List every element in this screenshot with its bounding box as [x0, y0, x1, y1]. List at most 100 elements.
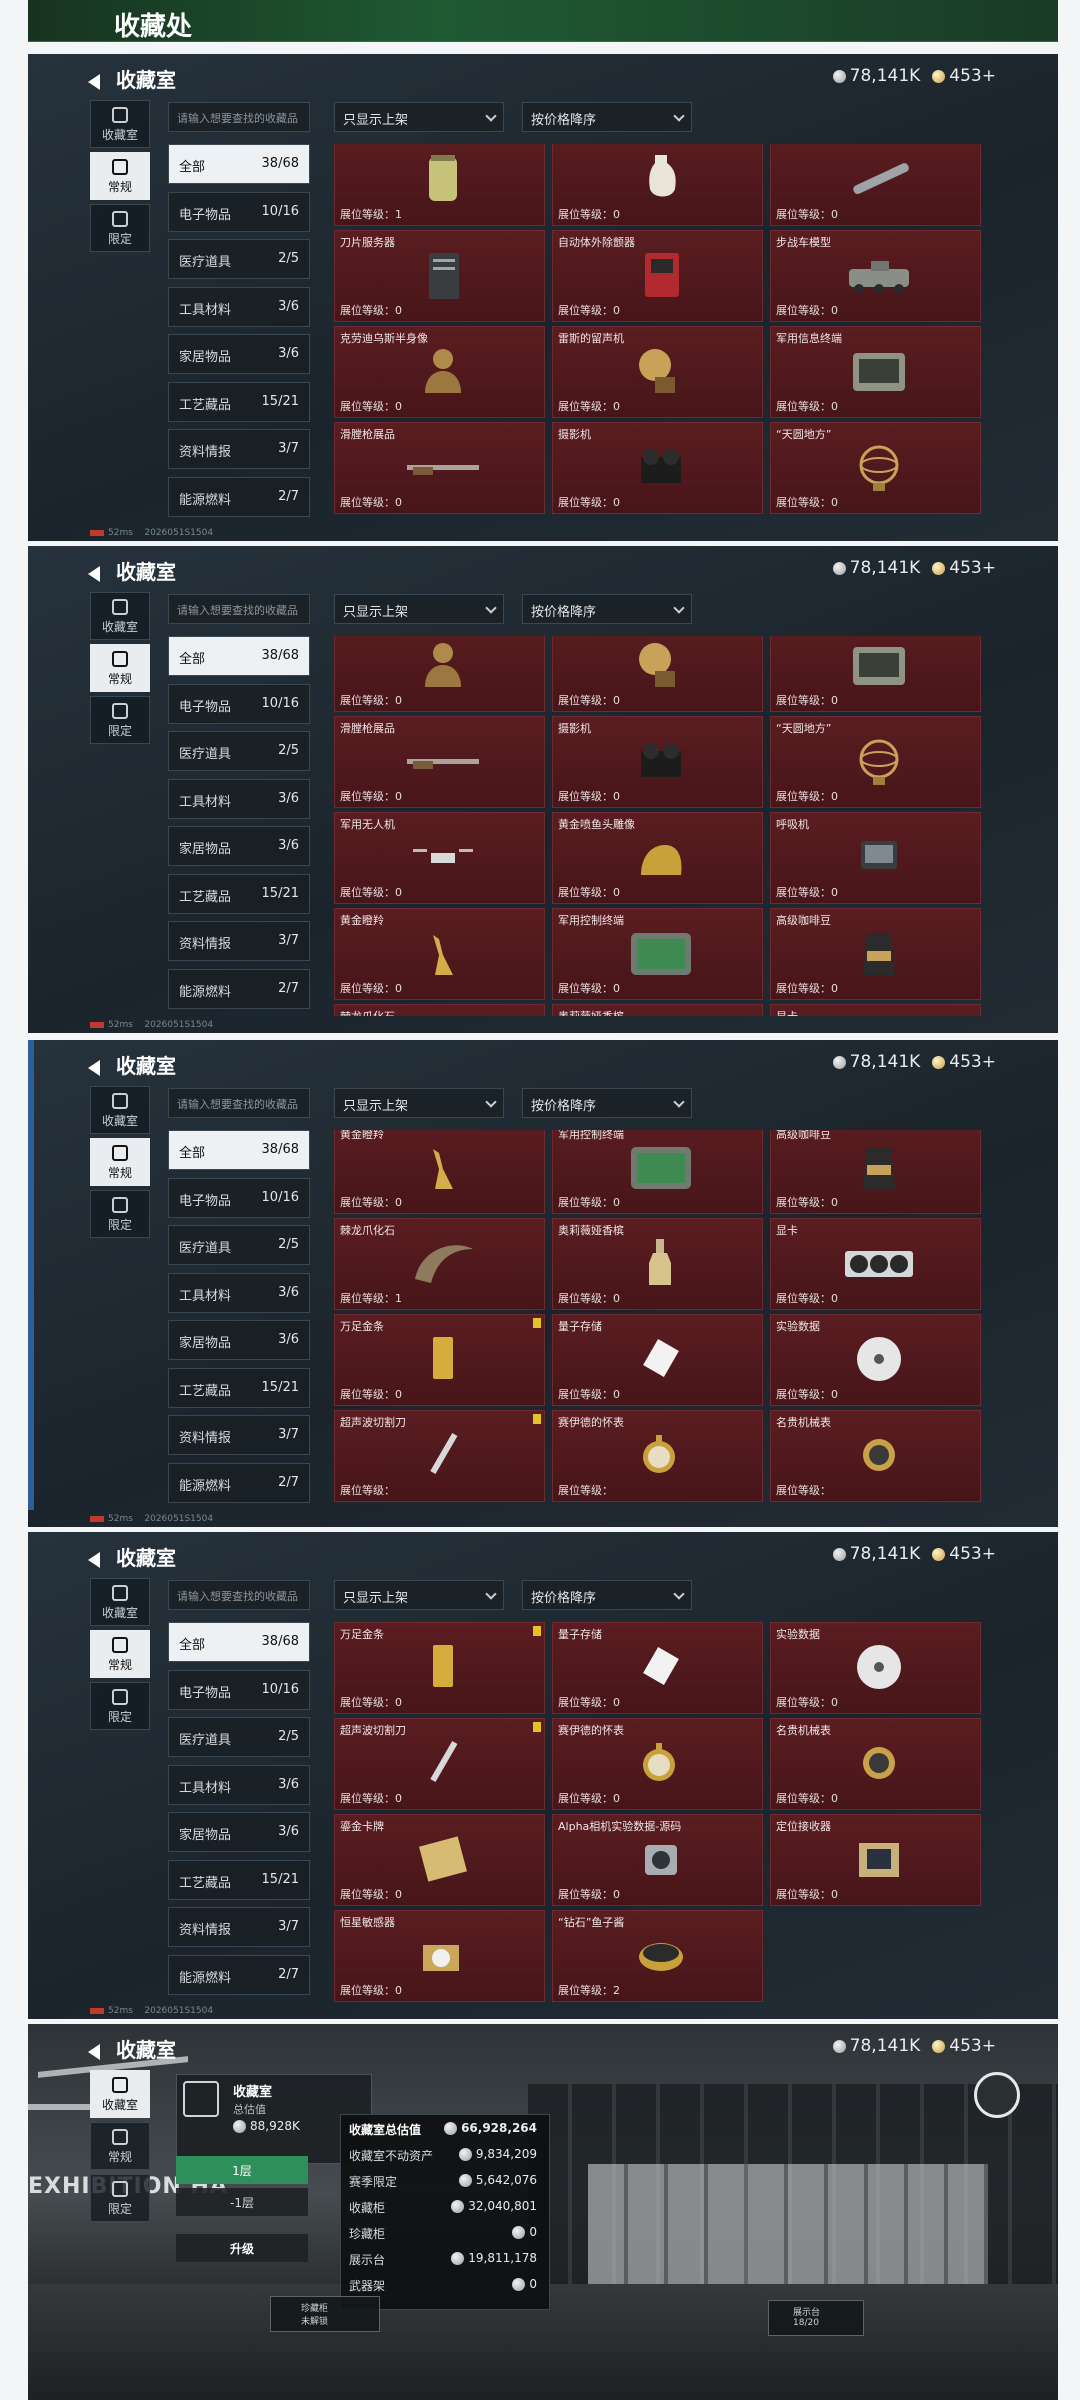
- category-item[interactable]: 工艺藏品 15/21: [168, 873, 310, 914]
- category-item[interactable]: 工艺藏品 15/21: [168, 381, 310, 422]
- rare-cabinet-tag[interactable]: 珍藏柜 未解锁: [270, 2296, 380, 2332]
- back-icon[interactable]: [88, 1059, 100, 1076]
- collectible-card[interactable]: 军用控制终端 展位等级：0: [552, 1130, 763, 1214]
- category-item[interactable]: 医疗道具 2/5: [168, 1717, 310, 1757]
- collectible-card[interactable]: 棘龙爪化石展位等级：: [334, 1004, 545, 1016]
- nav-regular[interactable]: 常规: [90, 644, 150, 692]
- collectible-card[interactable]: 军用控制终端 展位等级：0: [552, 908, 763, 1000]
- collectible-card[interactable]: 量子存储 展位等级：0: [552, 1622, 763, 1714]
- collectible-card[interactable]: 显卡展位等级：: [770, 1004, 981, 1016]
- nav-limited[interactable]: 限定: [90, 204, 150, 252]
- collectible-card[interactable]: 万足金条 展位等级：0: [334, 1314, 545, 1406]
- category-item[interactable]: 全部 38/68: [168, 144, 310, 184]
- collectible-card[interactable]: 实验数据 展位等级：0: [770, 1314, 981, 1406]
- collectible-card[interactable]: 雷斯的留声机 展位等级：0: [552, 326, 763, 418]
- category-item[interactable]: 资料情报 3/7: [168, 429, 310, 469]
- upgrade-button[interactable]: 升级: [176, 2234, 308, 2262]
- category-item[interactable]: 工艺藏品 15/21: [168, 1367, 310, 1408]
- collectible-card[interactable]: Alpha相机实验数据-源码 展位等级：0: [552, 1814, 763, 1906]
- collectible-card[interactable]: 克劳迪乌斯半身像 展位等级：0: [334, 326, 545, 418]
- search-input[interactable]: 请输入想要查找的收藏品: [168, 1580, 310, 1610]
- collectible-card[interactable]: 滑膛枪展品 展位等级：0: [334, 716, 545, 808]
- back-icon[interactable]: [88, 1551, 100, 1568]
- nav-regular[interactable]: 常规: [90, 152, 150, 200]
- category-item[interactable]: 医疗道具 2/5: [168, 1225, 310, 1265]
- sort-select[interactable]: 按价格降序: [522, 102, 692, 132]
- collectible-card[interactable]: 展位等级：0: [770, 144, 981, 226]
- category-item[interactable]: 医疗道具 2/5: [168, 239, 310, 279]
- category-item[interactable]: 能源燃料 2/7: [168, 968, 310, 1009]
- collectible-card[interactable]: 超声波切割刀 展位等级：0: [334, 1718, 545, 1810]
- collectible-card[interactable]: 军用无人机 展位等级：0: [334, 812, 545, 904]
- collectible-card[interactable]: 展位等级：0: [770, 636, 981, 712]
- category-item[interactable]: 全部 38/68: [168, 636, 310, 676]
- sort-select[interactable]: 按价格降序: [522, 1088, 692, 1118]
- display-stand-tag[interactable]: 展示台 18/20: [768, 2300, 864, 2336]
- collectible-card[interactable]: 名贵机械表 展位等级：0: [770, 1718, 981, 1810]
- collectible-card[interactable]: “天圆地方” 展位等级：0: [770, 716, 981, 808]
- collectible-card[interactable]: 奥莉薇娅香槟展位等级：: [552, 1004, 763, 1016]
- category-item[interactable]: 家居物品 3/6: [168, 334, 310, 374]
- back-icon[interactable]: [88, 73, 100, 90]
- category-item[interactable]: 能源燃料 2/7: [168, 1954, 310, 1995]
- filter-select[interactable]: 只显示上架: [334, 102, 504, 132]
- category-item[interactable]: 电子物品 10/16: [168, 191, 310, 232]
- category-item[interactable]: 资料情报 3/7: [168, 1415, 310, 1455]
- search-input[interactable]: 请输入想要查找的收藏品: [168, 594, 310, 624]
- collectible-card[interactable]: 棘龙爪化石 展位等级：1: [334, 1218, 545, 1310]
- back-icon[interactable]: [88, 565, 100, 582]
- category-item[interactable]: 工具材料 3/6: [168, 1272, 310, 1313]
- nav-limited[interactable]: 限定: [90, 2174, 150, 2222]
- collectible-card[interactable]: 展位等级：0: [334, 636, 545, 712]
- category-item[interactable]: 全部 38/68: [168, 1130, 310, 1170]
- category-item[interactable]: 能源燃料 2/7: [168, 476, 310, 517]
- category-item[interactable]: 工艺藏品 15/21: [168, 1859, 310, 1900]
- category-item[interactable]: 资料情报 3/7: [168, 1907, 310, 1947]
- filter-select[interactable]: 只显示上架: [334, 594, 504, 624]
- collectible-card[interactable]: 显卡 展位等级：0: [770, 1218, 981, 1310]
- search-input[interactable]: 请输入想要查找的收藏品: [168, 102, 310, 132]
- collectible-card[interactable]: 赛伊德的怀表 展位等级：0: [552, 1718, 763, 1810]
- category-item[interactable]: 家居物品 3/6: [168, 1320, 310, 1360]
- collectible-card[interactable]: “天圆地方” 展位等级：0: [770, 422, 981, 514]
- category-item[interactable]: 电子物品 10/16: [168, 1177, 310, 1218]
- collectible-card[interactable]: 黄金瞪羚 展位等级：0: [334, 908, 545, 1000]
- sort-select[interactable]: 按价格降序: [522, 594, 692, 624]
- collectible-card[interactable]: 鎏金卡牌 展位等级：0: [334, 1814, 545, 1906]
- collectible-card[interactable]: 高级咖啡豆 展位等级：0: [770, 1130, 981, 1214]
- collectible-card[interactable]: 呼吸机 展位等级：0: [770, 812, 981, 904]
- category-item[interactable]: 电子物品 10/16: [168, 683, 310, 724]
- floor-1-button[interactable]: 1层: [176, 2156, 308, 2184]
- collectible-card[interactable]: 名贵机械表 展位等级：: [770, 1410, 981, 1502]
- nav-limited[interactable]: 限定: [90, 1190, 150, 1238]
- view-toggle-icon[interactable]: [974, 2072, 1020, 2118]
- search-input[interactable]: 请输入想要查找的收藏品: [168, 1088, 310, 1118]
- filter-select[interactable]: 只显示上架: [334, 1088, 504, 1118]
- nav-limited[interactable]: 限定: [90, 696, 150, 744]
- back-icon[interactable]: [88, 2043, 100, 2060]
- category-item[interactable]: 能源燃料 2/7: [168, 1462, 310, 1503]
- collectible-card[interactable]: 展位等级：0: [552, 636, 763, 712]
- collectible-card[interactable]: 展位等级：1: [334, 144, 545, 226]
- floor-minus1-button[interactable]: -1层: [176, 2188, 308, 2216]
- collectible-card[interactable]: 滑膛枪展品 展位等级：0: [334, 422, 545, 514]
- collectible-card[interactable]: 军用信息终端 展位等级：0: [770, 326, 981, 418]
- category-item[interactable]: 工具材料 3/6: [168, 778, 310, 819]
- category-item[interactable]: 资料情报 3/7: [168, 921, 310, 961]
- nav-vault[interactable]: 收藏室: [90, 100, 150, 148]
- collectible-card[interactable]: 恒星敏感器 展位等级：0: [334, 1910, 545, 2002]
- filter-select[interactable]: 只显示上架: [334, 1580, 504, 1610]
- nav-regular[interactable]: 常规: [90, 2122, 150, 2170]
- collectible-card[interactable]: 实验数据 展位等级：0: [770, 1622, 981, 1714]
- category-item[interactable]: 家居物品 3/6: [168, 826, 310, 866]
- nav-regular[interactable]: 常规: [90, 1138, 150, 1186]
- collectible-card[interactable]: 展位等级：0: [552, 144, 763, 226]
- collectible-card[interactable]: 高级咖啡豆 展位等级：0: [770, 908, 981, 1000]
- collectible-card[interactable]: 奥莉薇娅香槟 展位等级：0: [552, 1218, 763, 1310]
- category-item[interactable]: 工具材料 3/6: [168, 286, 310, 327]
- collectible-card[interactable]: 步战车模型 展位等级：0: [770, 230, 981, 322]
- category-item[interactable]: 医疗道具 2/5: [168, 731, 310, 771]
- nav-vault[interactable]: 收藏室: [90, 592, 150, 640]
- collectible-card[interactable]: 量子存储 展位等级：0: [552, 1314, 763, 1406]
- category-item[interactable]: 电子物品 10/16: [168, 1669, 310, 1710]
